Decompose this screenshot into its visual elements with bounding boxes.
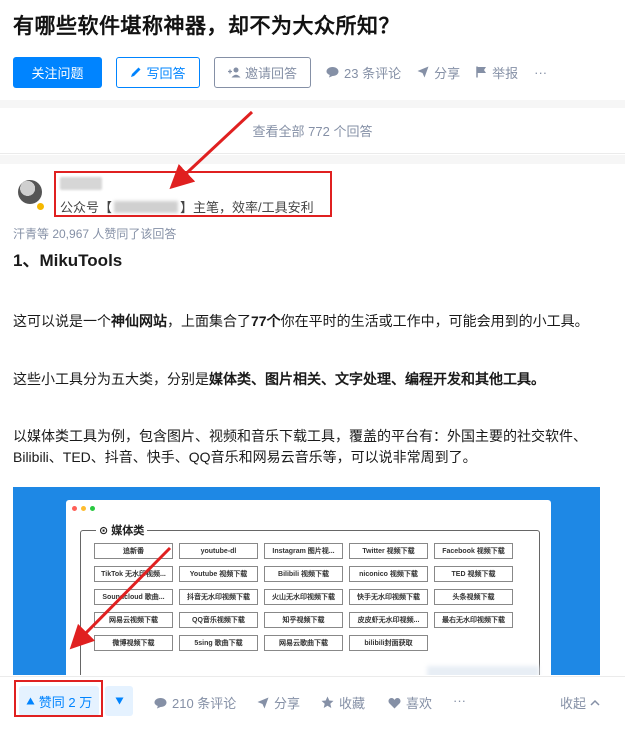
arrow-icon	[169, 110, 254, 190]
like-button[interactable]: 喜欢	[388, 693, 432, 712]
heart-icon	[388, 697, 401, 709]
favorite-button[interactable]: 收藏	[321, 693, 365, 712]
answer-share-label: 分享	[274, 696, 301, 711]
collapse-label: 收起	[559, 696, 586, 711]
favorite-label: 收藏	[339, 696, 366, 711]
collapse-button[interactable]: 收起	[560, 693, 600, 712]
answer-comments-button[interactable]: 210 条评论	[154, 693, 236, 712]
answer-more-button[interactable]: ···	[453, 693, 466, 708]
share-icon	[257, 697, 269, 709]
triangle-down-icon	[115, 697, 124, 705]
arrow-icon	[69, 546, 172, 650]
downvote-button[interactable]	[105, 686, 133, 716]
answer-share-button[interactable]: 分享	[257, 693, 300, 712]
chevron-up-icon	[590, 699, 600, 706]
like-label: 喜欢	[406, 696, 433, 711]
annotation-arrows	[69, 110, 254, 650]
comment-icon	[154, 697, 167, 709]
annotation-highlight-box	[14, 680, 103, 717]
star-icon	[321, 696, 334, 709]
answer-comments-label: 210 条评论	[172, 696, 237, 711]
